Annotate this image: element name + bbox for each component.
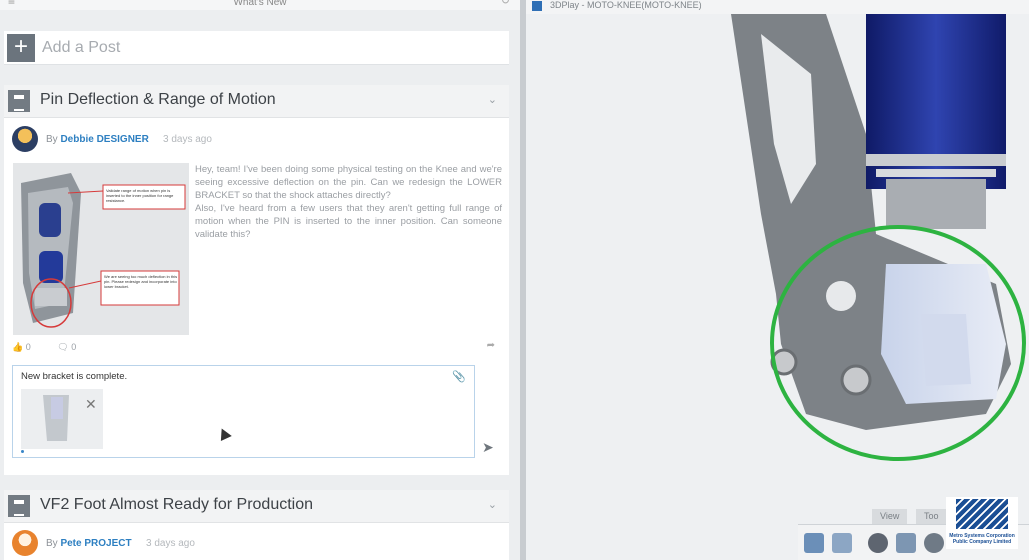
author-line: By Pete PROJECT [46, 538, 132, 549]
add-post-placeholder[interactable]: Add a Post [42, 39, 120, 57]
menu-icon[interactable]: ≡ [8, 0, 15, 7]
post-title[interactable]: VF2 Foot Almost Ready for Production [40, 496, 313, 514]
attachment-icon[interactable]: 📎 [452, 370, 466, 383]
send-icon[interactable]: ➤ [482, 439, 494, 456]
document-icon [8, 495, 30, 517]
chevron-down-icon[interactable]: ⌄ [488, 498, 497, 511]
refresh-icon[interactable]: ↻ [501, 0, 510, 7]
post-card: Pin Deflection & Range of Motion ⌄ By De… [4, 85, 509, 475]
activity-feed-panel: ≡ What's New ↻ + Add a Post Pin Deflecti… [0, 0, 520, 560]
avatar[interactable] [12, 126, 38, 152]
like-button[interactable]: 👍 0 [12, 342, 43, 352]
tab-view[interactable]: View [872, 509, 908, 524]
post-timestamp: 3 days ago [146, 538, 195, 549]
remove-attachment-icon[interactable]: ✕ [85, 396, 97, 413]
chevron-down-icon[interactable]: ⌄ [488, 93, 497, 106]
tab-tools[interactable]: Too [916, 509, 947, 524]
screen-capture-icon[interactable] [832, 533, 852, 553]
post-title[interactable]: Pin Deflection & Range of Motion [40, 91, 276, 109]
comment-text[interactable]: New bracket is complete. [21, 371, 127, 382]
post-header[interactable]: Pin Deflection & Range of Motion ⌄ [4, 85, 509, 118]
feed-header: ≡ What's New ↻ [0, 0, 520, 10]
callout-text-top: Validate range of motion when pin is ins… [106, 188, 174, 203]
upload-progress-dot [21, 450, 24, 453]
post-body: Hey, team! I've been doing some physical… [195, 164, 502, 240]
author-line: By Debbie DESIGNER [46, 134, 149, 145]
post-card: VF2 Foot Almost Ready for Production ⌄ B… [4, 490, 509, 560]
feed-title: What's New [233, 0, 287, 8]
grid-icon[interactable] [896, 533, 916, 553]
by-label: By [46, 134, 58, 145]
comment-count: 0 [71, 342, 77, 352]
comment-button[interactable]: 🗨 0 [57, 342, 88, 352]
like-count: 0 [25, 342, 31, 352]
post-image[interactable]: Validate range of motion when pin is ins… [13, 163, 189, 335]
3dplay-logo-icon [532, 1, 542, 11]
author-name[interactable]: Debbie DESIGNER [60, 134, 148, 145]
share-icon[interactable]: ➦ [487, 340, 495, 351]
brand-line-2: Public Company Limited [952, 539, 1012, 545]
avatar[interactable] [12, 530, 38, 556]
eye-icon[interactable] [868, 533, 888, 553]
3d-viewer-panel[interactable]: 3DPlay - MOTO-KNEE(MOTO-KNEE) View Too M… [526, 0, 1029, 560]
callout-text-bottom: We are seeing too much deflection in thi… [104, 274, 178, 289]
viewer-title: 3DPlay - MOTO-KNEE(MOTO-KNEE) [550, 0, 702, 10]
brand-logo: Metro Systems Corporation Public Company… [946, 497, 1018, 549]
author-name[interactable]: Pete PROJECT [60, 538, 131, 549]
post-stats: 👍 0 🗨 0 [12, 342, 100, 353]
3d-model[interactable] [526, 14, 1029, 560]
post-header[interactable]: VF2 Foot Almost Ready for Production ⌄ [4, 490, 509, 523]
add-post-box[interactable]: + Add a Post [4, 31, 509, 65]
plus-icon[interactable]: + [7, 34, 35, 62]
by-label: By [46, 538, 58, 549]
camera-icon[interactable] [804, 533, 824, 553]
document-icon [8, 90, 30, 112]
brand-mark-icon [956, 499, 1008, 529]
comment-input[interactable]: New bracket is complete. 📎 ✕ [12, 365, 475, 458]
post-timestamp: 3 days ago [163, 134, 212, 145]
settings-icon[interactable] [924, 533, 944, 553]
viewer-titlebar: 3DPlay - MOTO-KNEE(MOTO-KNEE) [526, 0, 1029, 14]
